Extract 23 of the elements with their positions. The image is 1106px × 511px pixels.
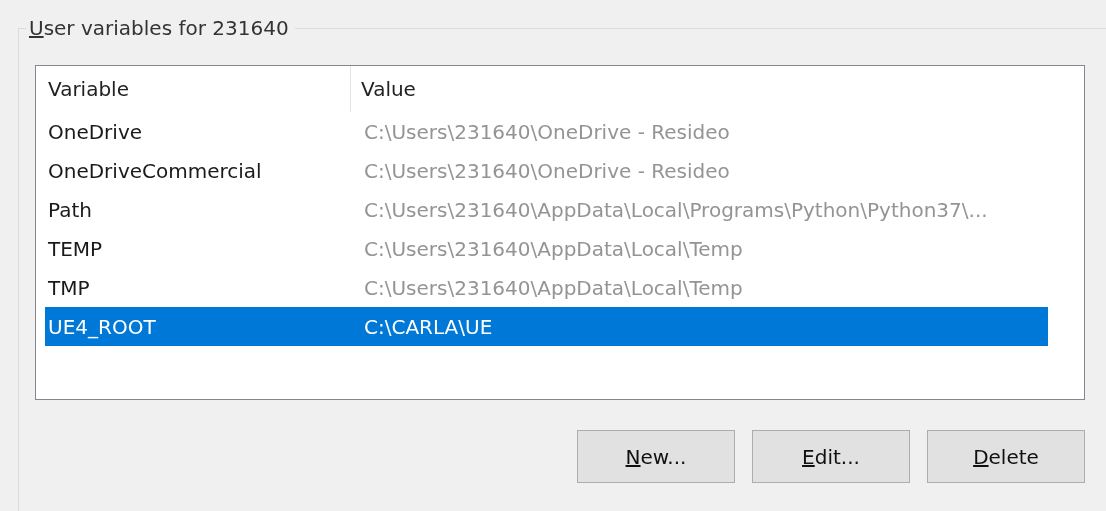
table-row[interactable]: OneDriveCommercial C:\Users\231640\OneDrive - Resideo <box>45 151 1048 190</box>
table-cell-text: C:\CARLA\UE <box>363 314 493 339</box>
table-cell-text: C:\Users\231640\OneDrive - Resideo <box>363 119 730 144</box>
table-cell-text: Path <box>47 197 93 222</box>
table-row[interactable]: Path C:\Users\231640\AppData\Local\Programs\Python\Python37\... <box>45 190 1048 229</box>
table-cell-text: C:\Users\231640\AppData\Local\Programs\Python\Python37\... <box>363 197 988 222</box>
table-row[interactable]: TEMP C:\Users\231640\AppData\Local\Temp <box>45 229 1048 268</box>
column-header[interactable]: Variable <box>45 66 351 112</box>
table-cell-text: C:\Users\231640\AppData\Local\Temp <box>363 275 743 300</box>
table-cell-text: UE4_ROOT <box>47 314 157 339</box>
dialog-button[interactable]: Delete <box>927 430 1085 483</box>
table-row[interactable]: UE4_ROOT C:\CARLA\UE <box>45 307 1048 346</box>
table-cell-text: TMP <box>47 275 91 300</box>
table-cell-text: OneDrive <box>47 119 144 144</box>
table-cell-text: C:\Users\231640\OneDrive - Resideo <box>363 158 730 183</box>
table-cell-text: OneDriveCommercial <box>47 158 263 183</box>
table-row[interactable]: OneDrive C:\Users\231640\OneDrive - Resideo <box>45 112 1048 151</box>
column-header[interactable]: Value <box>351 66 1058 112</box>
dialog-button[interactable]: New... <box>577 430 735 483</box>
table-cell-text: TEMP <box>47 236 104 261</box>
dialog-button[interactable]: Edit... <box>752 430 910 483</box>
table-row[interactable]: TMP C:\Users\231640\AppData\Local\Temp <box>45 268 1048 307</box>
table-cell-text: C:\Users\231640\AppData\Local\Temp <box>363 236 743 261</box>
